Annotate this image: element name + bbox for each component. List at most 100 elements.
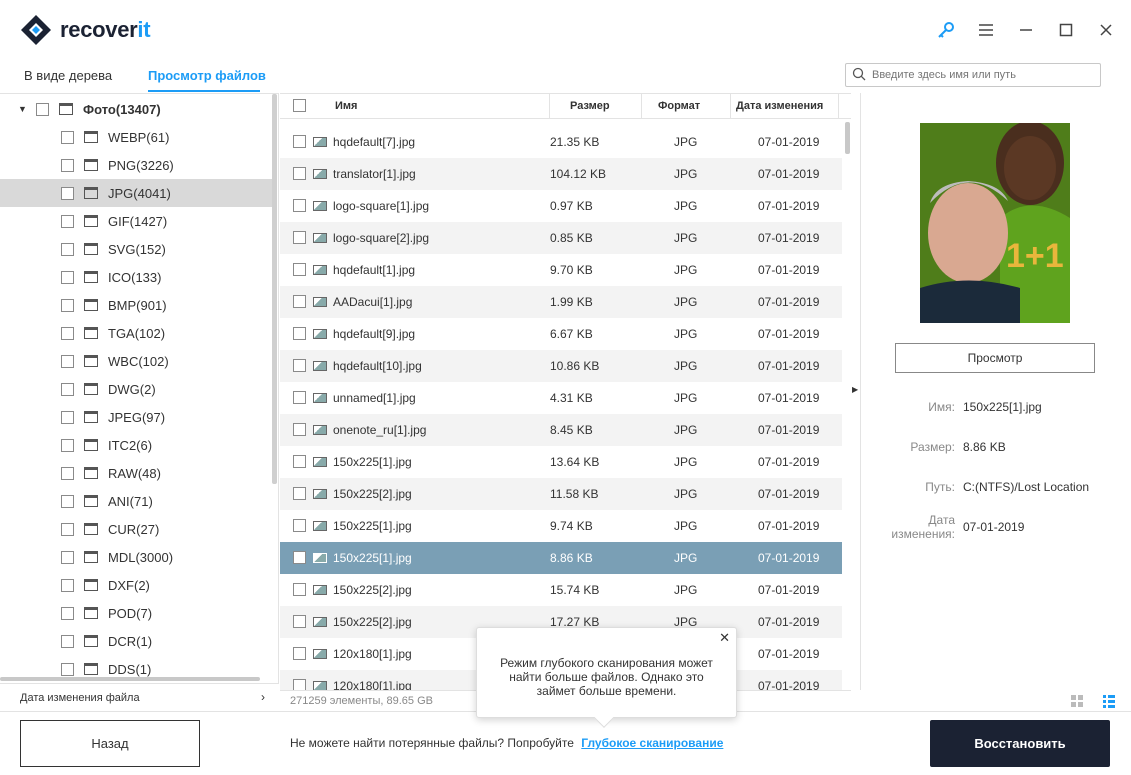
tree-item[interactable]: CUR(27) [0, 515, 272, 543]
tree-item[interactable]: DWG(2) [0, 375, 272, 403]
row-checkbox[interactable] [293, 551, 306, 564]
tree-item[interactable]: JPEG(97) [0, 403, 272, 431]
file-row[interactable]: logo-square[2].jpg 0.85 KB JPG 07-01-2019 [280, 222, 842, 254]
tree-item[interactable]: WEBP(61) [0, 123, 272, 151]
tree-checkbox[interactable] [61, 410, 74, 424]
col-header-size[interactable]: Размер [570, 100, 610, 112]
col-header-name[interactable]: Имя [335, 100, 357, 112]
tree-root-photos[interactable]: ▼ Фото(13407) [0, 95, 272, 123]
file-row[interactable]: 150x225[2].jpg 11.58 KB JPG 07-01-2019 [280, 478, 842, 510]
recover-button[interactable]: Восстановить [930, 720, 1110, 767]
tree-checkbox[interactable] [61, 438, 74, 452]
minimize-icon[interactable] [1014, 18, 1038, 42]
tree-checkbox[interactable] [36, 102, 49, 116]
tree-checkbox[interactable] [61, 354, 74, 368]
row-checkbox[interactable] [293, 327, 306, 340]
list-view-icon[interactable] [1102, 694, 1116, 708]
tree-hscrollbar[interactable] [0, 677, 260, 681]
tree-checkbox[interactable] [61, 214, 74, 228]
tab-tree-view[interactable]: В виде дерева [24, 68, 112, 83]
close-icon[interactable]: ✕ [719, 631, 730, 645]
col-header-format[interactable]: Формат [658, 100, 700, 112]
tree-item[interactable]: WBC(102) [0, 347, 272, 375]
tree-checkbox[interactable] [61, 494, 74, 508]
tree-checkbox[interactable] [61, 242, 74, 256]
tree-item[interactable]: GIF(1427) [0, 207, 272, 235]
expand-arrow-icon[interactable]: ▼ [18, 104, 28, 114]
tree-item[interactable]: RAW(48) [0, 459, 272, 487]
tree-checkbox[interactable] [61, 578, 74, 592]
row-checkbox[interactable] [293, 647, 306, 660]
file-row[interactable]: AADacui[1].jpg 1.99 KB JPG 07-01-2019 [280, 286, 842, 318]
col-header-date[interactable]: Дата изменения [736, 100, 823, 112]
row-checkbox[interactable] [293, 167, 306, 180]
tree-checkbox[interactable] [61, 326, 74, 340]
tree-checkbox[interactable] [61, 550, 74, 564]
tree-checkbox[interactable] [61, 130, 74, 144]
row-checkbox[interactable] [293, 487, 306, 500]
tree-checkbox[interactable] [61, 606, 74, 620]
menu-icon[interactable] [974, 18, 998, 42]
deep-scan-link[interactable]: Глубокое сканирование [581, 736, 723, 750]
file-row[interactable]: hqdefault[1].jpg 9.70 KB JPG 07-01-2019 [280, 254, 842, 286]
tree-checkbox[interactable] [61, 382, 74, 396]
file-row[interactable]: translator[1].jpg 104.12 KB JPG 07-01-2019 [280, 158, 842, 190]
row-checkbox[interactable] [293, 199, 306, 212]
file-row[interactable]: logo-square[1].jpg 0.97 KB JPG 07-01-2019 [280, 190, 842, 222]
preview-button[interactable]: Просмотр [895, 343, 1095, 373]
row-checkbox[interactable] [293, 455, 306, 468]
tree-checkbox[interactable] [61, 466, 74, 480]
file-row[interactable]: onenote_ru[1].jpg 8.45 KB JPG 07-01-2019 [280, 414, 842, 446]
file-row[interactable]: 150x225[1].jpg 8.86 KB JPG 07-01-2019 [280, 542, 842, 574]
tree-item[interactable]: JPG(4041) [0, 179, 272, 207]
table-scrollbar[interactable] [845, 122, 850, 154]
tree-item[interactable]: ITC2(6) [0, 431, 272, 459]
maximize-icon[interactable] [1054, 18, 1078, 42]
grid-view-icon[interactable] [1070, 694, 1084, 708]
tree-item[interactable]: SVG(152) [0, 235, 272, 263]
tree-item[interactable]: ANI(71) [0, 487, 272, 515]
search-input[interactable] [872, 69, 1092, 81]
file-row[interactable]: hqdefault[9].jpg 6.67 KB JPG 07-01-2019 [280, 318, 842, 350]
tree-item[interactable]: PNG(3226) [0, 151, 272, 179]
tree-checkbox[interactable] [61, 634, 74, 648]
tree-item[interactable]: DCR(1) [0, 627, 272, 655]
tree-checkbox[interactable] [61, 158, 74, 172]
row-checkbox[interactable] [293, 295, 306, 308]
tree-item[interactable]: BMP(901) [0, 291, 272, 319]
row-checkbox[interactable] [293, 263, 306, 276]
row-checkbox[interactable] [293, 583, 306, 596]
row-checkbox[interactable] [293, 423, 306, 436]
tree-checkbox[interactable] [61, 270, 74, 284]
tree-checkbox[interactable] [61, 522, 74, 536]
row-checkbox[interactable] [293, 615, 306, 628]
row-checkbox[interactable] [293, 135, 306, 148]
search-box[interactable] [845, 63, 1101, 87]
row-checkbox[interactable] [293, 359, 306, 372]
file-row[interactable]: 150x225[1].jpg 13.64 KB JPG 07-01-2019 [280, 446, 842, 478]
row-checkbox[interactable] [293, 231, 306, 244]
date-filter-toggle[interactable]: Дата изменения файла › [0, 683, 279, 711]
file-row[interactable]: hqdefault[7].jpg 21.35 KB JPG 07-01-2019 [280, 126, 842, 158]
tree-item[interactable]: TGA(102) [0, 319, 272, 347]
tab-file-view[interactable]: Просмотр файлов [148, 68, 266, 83]
key-icon[interactable] [934, 18, 958, 42]
close-icon[interactable] [1094, 18, 1118, 42]
expand-preview-icon[interactable]: ▶ [852, 385, 858, 394]
row-checkbox[interactable] [293, 519, 306, 532]
tree-item[interactable]: ICO(133) [0, 263, 272, 291]
file-row[interactable]: hqdefault[10].jpg 10.86 KB JPG 07-01-2019 [280, 350, 842, 382]
tree-item[interactable]: DXF(2) [0, 571, 272, 599]
tree-checkbox[interactable] [61, 662, 74, 676]
tree-checkbox[interactable] [61, 186, 74, 200]
file-row[interactable]: 150x225[2].jpg 15.74 KB JPG 07-01-2019 [280, 574, 842, 606]
row-checkbox[interactable] [293, 391, 306, 404]
tree-item[interactable]: MDL(3000) [0, 543, 272, 571]
back-button[interactable]: Назад [20, 720, 200, 767]
tree-scrollbar[interactable] [272, 94, 277, 484]
tree-item[interactable]: POD(7) [0, 599, 272, 627]
row-checkbox[interactable] [293, 679, 306, 690]
file-row[interactable]: unnamed[1].jpg 4.31 KB JPG 07-01-2019 [280, 382, 842, 414]
tree-checkbox[interactable] [61, 298, 74, 312]
select-all-checkbox[interactable] [293, 99, 306, 112]
